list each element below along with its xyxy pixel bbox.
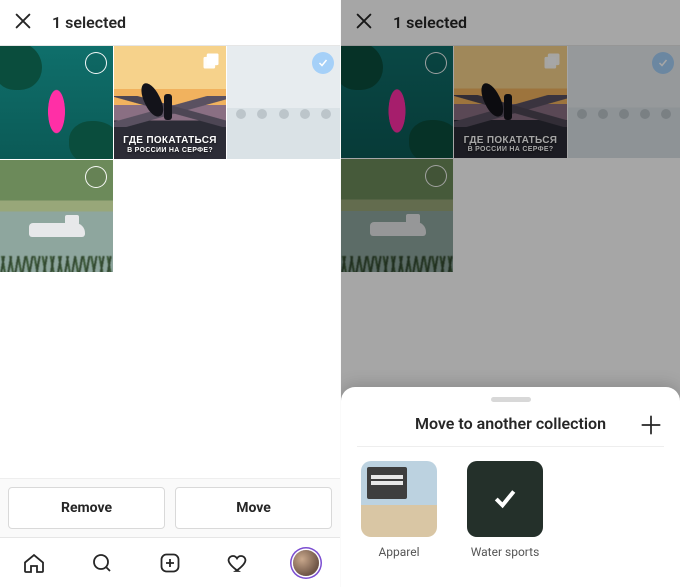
move-button-label: Move — [236, 500, 271, 516]
right-screen: 1 selected ГДЕ ПОКАТАТЬСЯ В РОССИИ НА СЕ… — [340, 0, 680, 587]
collection-label: Water sports — [463, 545, 547, 559]
multi-post-icon — [201, 51, 221, 71]
profile-avatar[interactable] — [293, 550, 319, 576]
left-screen: 1 selected ГДЕ ПОКАТАТЬСЯ В РОССИИ НА СЕ… — [0, 0, 340, 587]
action-bar: Remove Move — [0, 478, 340, 537]
topbar: 1 selected — [0, 0, 340, 46]
bottom-nav — [0, 537, 340, 587]
remove-button-label: Remove — [61, 500, 112, 516]
grid-tile[interactable] — [0, 160, 113, 273]
select-ring-icon — [85, 52, 107, 74]
tile-caption: ГДЕ ПОКАТАТЬСЯ В РОССИИ НА СЕРФЕ? — [114, 135, 227, 155]
collection-thumb — [361, 461, 437, 537]
grid-tile[interactable]: ГДЕ ПОКАТАТЬСЯ В РОССИИ НА СЕРФЕ? — [114, 46, 227, 159]
new-collection-button[interactable] — [638, 412, 664, 442]
check-icon — [467, 461, 543, 537]
saved-grid: ГДЕ ПОКАТАТЬСЯ В РОССИИ НА СЕРФЕ? — [0, 46, 340, 272]
move-sheet: Move to another collection Apparel Water… — [341, 387, 680, 587]
collection-label: Apparel — [357, 545, 441, 559]
sheet-grabber[interactable] — [491, 397, 531, 402]
search-icon[interactable] — [89, 550, 115, 576]
collection-item-water-sports[interactable]: Water sports — [463, 461, 547, 559]
grid-tile-selected[interactable] — [227, 46, 340, 159]
select-ring-icon — [85, 166, 107, 188]
close-icon[interactable] — [12, 10, 34, 36]
collections-row: Apparel Water sports — [357, 447, 664, 559]
home-icon[interactable] — [21, 550, 47, 576]
move-button[interactable]: Move — [175, 487, 332, 529]
collection-thumb — [467, 461, 543, 537]
sheet-title: Move to another collection — [415, 414, 606, 434]
add-post-icon[interactable] — [157, 550, 183, 576]
heart-icon[interactable] — [225, 550, 251, 576]
sheet-header: Move to another collection — [357, 410, 664, 447]
check-icon — [312, 52, 334, 74]
collection-item-apparel[interactable]: Apparel — [357, 461, 441, 559]
selection-count: 1 selected — [52, 13, 126, 32]
remove-button[interactable]: Remove — [8, 487, 165, 529]
grid-tile[interactable] — [0, 46, 113, 159]
